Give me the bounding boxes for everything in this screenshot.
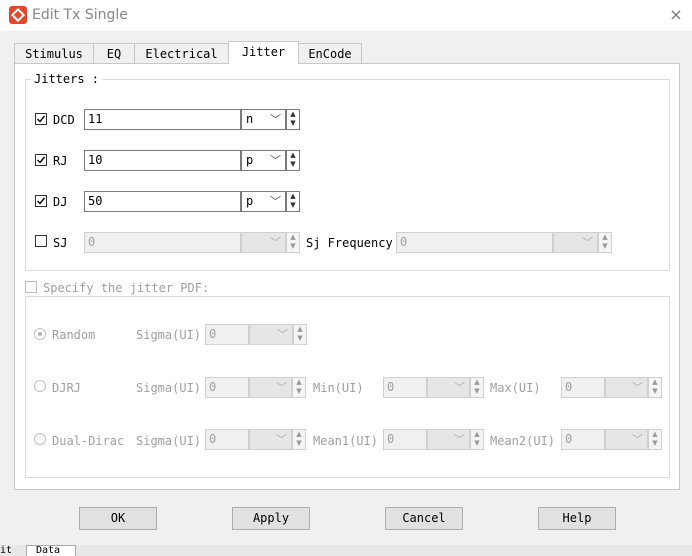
djrj-min-unit-select[interactable]: ﹀ xyxy=(427,377,470,398)
djrj-sigma-spinner[interactable]: ▲ ▼ xyxy=(292,377,306,398)
random-sigma-input[interactable]: 0 xyxy=(205,324,249,345)
djrj-min-input[interactable]: 0 xyxy=(383,377,427,398)
dj-unit-spinner[interactable]: ▲ ▼ xyxy=(286,191,300,212)
background-data-tab[interactable]: Data xyxy=(26,545,76,556)
djrj-label: DJRJ xyxy=(52,381,81,395)
chevron-down-icon: ﹀ xyxy=(270,113,281,126)
djrj-radio[interactable] xyxy=(34,380,46,392)
dual-dirac-sigma-spinner[interactable]: ▲ ▼ xyxy=(292,429,306,450)
chevron-down-icon: ﹀ xyxy=(276,433,287,446)
djrj-max-input[interactable]: 0 xyxy=(561,377,605,398)
sj-frequency-input[interactable]: 0 xyxy=(396,232,553,253)
dj-checkbox[interactable] xyxy=(35,195,47,207)
random-sigma-label: Sigma(UI) xyxy=(136,328,202,342)
dual-dirac-sigma-label: Sigma(UI) xyxy=(136,434,202,448)
tab-encode[interactable]: EnCode xyxy=(298,43,362,63)
dual-dirac-sigma-unit-select[interactable]: ﹀ xyxy=(249,429,292,450)
random-radio[interactable] xyxy=(34,328,46,340)
djrj-min-label: Min(UI) xyxy=(313,381,364,395)
djrj-sigma-label: Sigma(UI) xyxy=(136,381,202,395)
dual-dirac-mean2-spinner[interactable]: ▲ ▼ xyxy=(648,429,662,450)
dual-dirac-mean1-input[interactable]: 0 xyxy=(383,429,427,450)
dj-value-input[interactable]: 50 xyxy=(84,191,241,212)
dual-dirac-sigma-input[interactable]: 0 xyxy=(205,429,249,450)
tab-jitter[interactable]: Jitter xyxy=(228,41,299,64)
jitters-legend: Jitters : xyxy=(31,72,103,86)
specify-pdf-label: Specify the jitter PDF: xyxy=(43,281,210,295)
dual-dirac-mean2-input[interactable]: 0 xyxy=(561,429,605,450)
sj-label: SJ xyxy=(53,236,68,250)
chevron-down-icon: ﹀ xyxy=(632,433,643,446)
dcd-unit-spinner[interactable]: ▲ ▼ xyxy=(286,109,300,130)
sj-frequency-label: Sj Frequency xyxy=(306,236,393,250)
dcd-value-input[interactable]: 11 xyxy=(84,109,241,130)
dual-dirac-mean1-unit-select[interactable]: ﹀ xyxy=(427,429,470,450)
sj-checkbox[interactable] xyxy=(35,235,47,247)
djrj-min-spinner[interactable]: ▲ ▼ xyxy=(470,377,484,398)
random-sigma-unit-select[interactable]: ﹀ xyxy=(249,324,293,345)
dual-dirac-mean1-spinner[interactable]: ▲ ▼ xyxy=(470,429,484,450)
app-logo-icon xyxy=(9,6,27,24)
dual-dirac-mean1-label: Mean1(UI) xyxy=(313,434,379,448)
dual-dirac-radio[interactable] xyxy=(34,433,46,445)
window-title: Edit Tx Single xyxy=(32,7,128,23)
chevron-down-icon: ﹀ xyxy=(277,328,288,341)
tab-electrical[interactable]: Electrical xyxy=(134,43,229,63)
chevron-down-icon: ﹀ xyxy=(454,433,465,446)
rj-value-input[interactable]: 10 xyxy=(84,150,241,171)
djrj-max-label: Max(UI) xyxy=(490,381,541,395)
dual-dirac-mean2-unit-select[interactable]: ﹀ xyxy=(605,429,648,450)
chevron-down-icon: ﹀ xyxy=(276,381,287,394)
djrj-sigma-input[interactable]: 0 xyxy=(205,377,249,398)
sj-unit-spinner[interactable]: ▲ ▼ xyxy=(286,232,300,253)
dj-label: DJ xyxy=(53,195,68,209)
apply-button[interactable]: Apply xyxy=(232,507,310,530)
random-sigma-spinner[interactable]: ▲ ▼ xyxy=(293,324,307,345)
djrj-sigma-unit-select[interactable]: ﹀ xyxy=(249,377,292,398)
chevron-down-icon: ﹀ xyxy=(270,195,281,208)
rj-unit-select[interactable]: p ﹀ xyxy=(241,150,286,171)
chevron-down-icon: ﹀ xyxy=(270,236,281,249)
sj-frequency-spinner[interactable]: ▲ ▼ xyxy=(598,232,612,253)
chevron-down-icon: ﹀ xyxy=(454,381,465,394)
djrj-max-unit-select[interactable]: ﹀ xyxy=(605,377,648,398)
help-button[interactable]: Help xyxy=(538,507,616,530)
rj-checkbox[interactable] xyxy=(35,154,47,166)
specify-pdf-checkbox[interactable] xyxy=(25,281,37,293)
tab-stimulus[interactable]: Stimulus xyxy=(14,43,94,63)
cancel-button[interactable]: Cancel xyxy=(385,507,463,530)
chevron-down-icon: ﹀ xyxy=(632,381,643,394)
background-window-strip xyxy=(0,545,692,556)
ok-button[interactable]: OK xyxy=(79,507,157,530)
dcd-label: DCD xyxy=(53,113,75,127)
chevron-down-icon: ﹀ xyxy=(582,236,593,249)
rj-unit-value: p xyxy=(246,153,254,167)
dual-dirac-mean2-label: Mean2(UI) xyxy=(490,434,556,448)
dcd-unit-value: n xyxy=(246,112,254,126)
random-label: Random xyxy=(52,328,96,342)
background-fragment-text: it xyxy=(0,545,13,556)
dj-unit-select[interactable]: p ﹀ xyxy=(241,191,286,212)
sj-unit-select[interactable]: ﹀ xyxy=(241,232,286,253)
djrj-max-spinner[interactable]: ▲ ▼ xyxy=(648,377,662,398)
dcd-checkbox[interactable] xyxy=(35,113,47,125)
chevron-down-icon: ﹀ xyxy=(270,154,281,167)
dual-dirac-label: Dual-Dirac xyxy=(52,434,125,448)
close-icon[interactable]: × xyxy=(664,3,688,27)
rj-unit-spinner[interactable]: ▲ ▼ xyxy=(286,150,300,171)
sj-frequency-unit-select[interactable]: ﹀ xyxy=(553,232,598,253)
dcd-unit-select[interactable]: n ﹀ xyxy=(241,109,286,130)
dj-unit-value: p xyxy=(246,194,254,208)
sj-value-input[interactable]: 0 xyxy=(84,232,241,253)
rj-label: RJ xyxy=(53,154,68,168)
tab-eq[interactable]: EQ xyxy=(93,43,135,63)
